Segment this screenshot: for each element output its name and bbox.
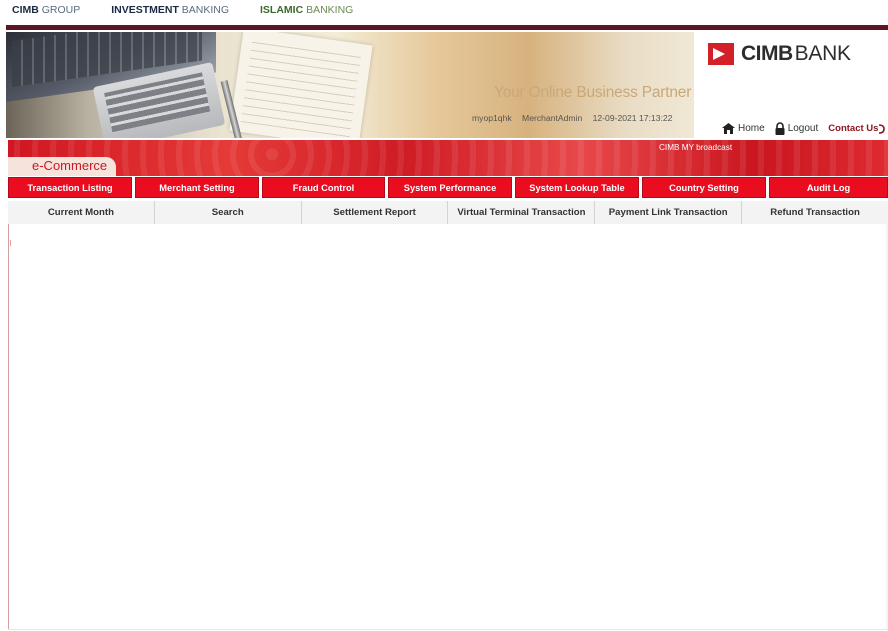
submenu-settlement-report[interactable]: Settlement Report [302,201,449,224]
user-role: MerchantAdmin [522,113,583,123]
header-banner-image: Your Online Business Partner myop1qhk Me… [6,32,694,138]
home-link[interactable]: Home [722,123,765,134]
top-divider [6,25,888,30]
submenu-search[interactable]: Search [155,201,302,224]
tab-e-commerce[interactable]: e-Commerce [8,157,116,176]
main-content-area [8,224,888,630]
cimb-group-link[interactable]: CIMB GROUP [12,4,94,16]
main-menu: Transaction Listing Merchant Setting Fra… [8,177,888,198]
header-links: Home Logout Contact Us [722,122,888,135]
paper-graphic [229,32,373,138]
content-marker [10,240,11,246]
menu-system-lookup-table[interactable]: System Lookup Table [515,177,639,198]
user-info: myop1qhk MerchantAdmin 12-09-2021 17:13:… [472,113,680,123]
islamic-banking-link[interactable]: ISLAMIC BANKING [260,4,367,16]
phone-hook-icon [879,123,886,134]
menu-transaction-listing[interactable]: Transaction Listing [8,177,132,198]
submenu-refund-transaction[interactable]: Refund Transaction [742,201,888,224]
submenu-payment-link-transaction[interactable]: Payment Link Transaction [595,201,743,224]
submenu-current-month[interactable]: Current Month [8,201,155,224]
cimb-bank-logo: CIMB BANK [708,42,851,66]
tab-e-commerce-label: e-Commerce [32,158,108,173]
tagline: Your Online Business Partner [494,84,692,101]
menu-merchant-setting[interactable]: Merchant Setting [135,177,259,198]
menu-country-setting[interactable]: Country Setting [642,177,766,198]
logout-link[interactable]: Logout [775,122,818,135]
username: myop1qhk [472,113,512,123]
sub-menu: Current Month Search Settlement Report V… [8,201,888,225]
session-datetime: 12-09-2021 17:13:22 [592,113,673,123]
broadcast-text: CIMB MY broadcast [659,143,733,152]
header: Your Online Business Partner myop1qhk Me… [6,32,888,140]
home-icon [722,123,735,134]
investment-banking-link[interactable]: INVESTMENT BANKING [111,4,243,16]
submenu-virtual-terminal-transaction[interactable]: Virtual Terminal Transaction [448,201,596,224]
contact-us-link[interactable]: Contact Us [828,123,888,134]
cimb-logo-icon [708,43,734,65]
menu-audit-log[interactable]: Audit Log [769,177,888,198]
bottom-border [8,629,888,630]
red-banner-band [8,140,888,176]
group-nav: CIMB GROUP INVESTMENT BANKING ISLAMIC BA… [12,4,381,18]
menu-system-performance[interactable]: System Performance [388,177,512,198]
menu-fraud-control[interactable]: Fraud Control [262,177,385,198]
lock-icon [775,122,785,135]
